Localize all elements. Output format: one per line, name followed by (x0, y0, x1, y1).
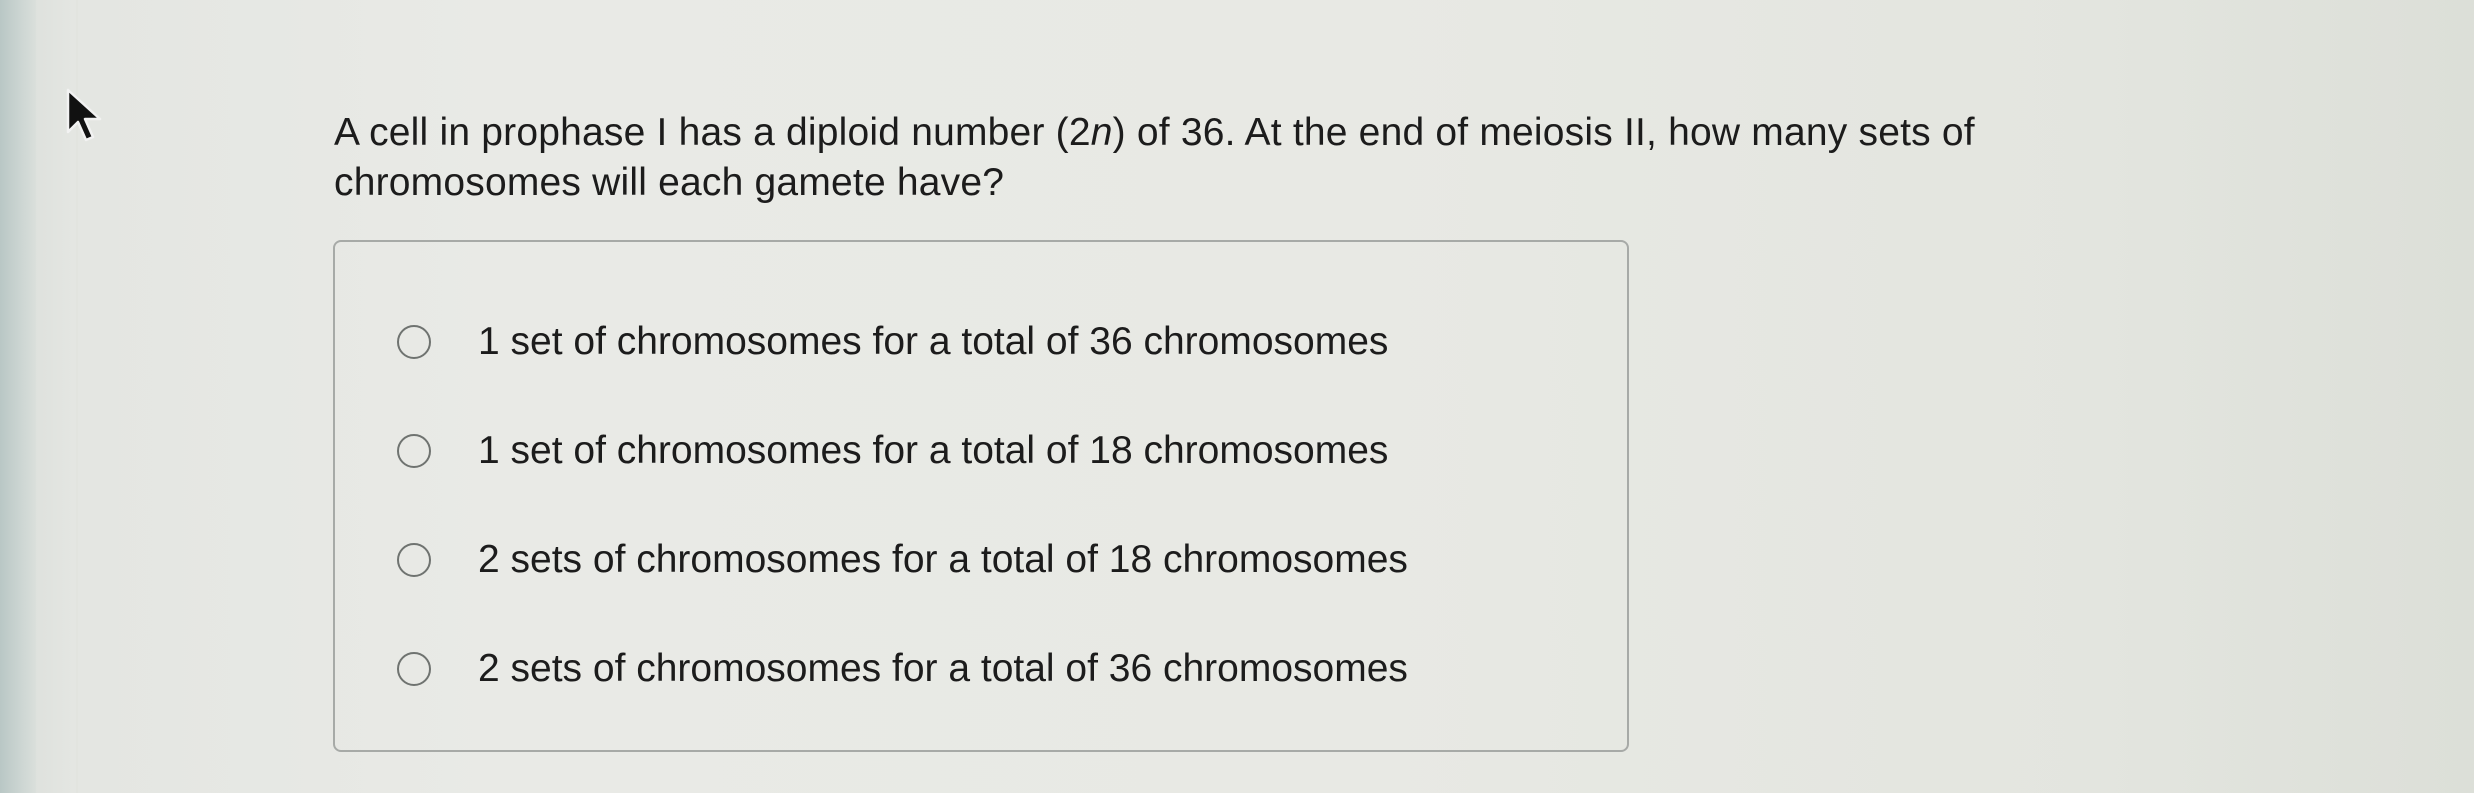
screen-edge (0, 0, 36, 793)
answer-option-4-label[interactable]: 2 sets of chromosomes for a total of 36 … (478, 646, 1408, 692)
answer-option-1[interactable]: 1 set of chromosomes for a total of 36 c… (397, 319, 1388, 365)
answer-option-4[interactable]: 2 sets of chromosomes for a total of 36 … (397, 646, 1408, 692)
answer-option-3-label[interactable]: 2 sets of chromosomes for a total of 18 … (478, 537, 1408, 583)
mouse-pointer-icon (66, 88, 102, 142)
radio-button-4[interactable] (397, 652, 431, 686)
question-text-part1: A cell in prophase I has a diploid numbe… (334, 111, 1091, 154)
question-text-part2: ) of 36. At the end of meiosis II, how m… (1112, 111, 1975, 154)
radio-button-3[interactable] (397, 543, 431, 577)
answer-options-group: 1 set of chromosomes for a total of 36 c… (333, 240, 1629, 752)
answer-option-2-label[interactable]: 1 set of chromosomes for a total of 18 c… (478, 428, 1388, 474)
radio-button-1[interactable] (397, 325, 431, 359)
answer-option-1-label[interactable]: 1 set of chromosomes for a total of 36 c… (478, 319, 1388, 365)
radio-button-2[interactable] (397, 434, 431, 468)
answer-option-3[interactable]: 2 sets of chromosomes for a total of 18 … (397, 537, 1408, 583)
question-text: A cell in prophase I has a diploid numbe… (334, 108, 2234, 208)
answer-option-2[interactable]: 1 set of chromosomes for a total of 18 c… (397, 428, 1388, 474)
question-variable: n (1090, 111, 1113, 154)
question-text-line2: chromosomes will each gamete have? (334, 161, 1005, 204)
